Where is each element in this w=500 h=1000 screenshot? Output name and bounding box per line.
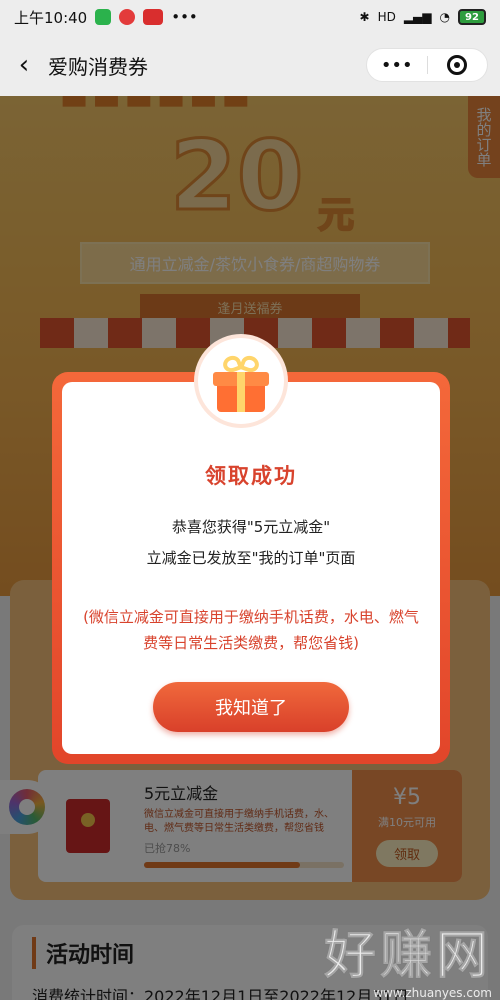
- got-it-button[interactable]: 我知道了: [153, 682, 349, 732]
- status-time: 上午10:40: [14, 8, 88, 27]
- back-button[interactable]: ‹: [0, 34, 48, 96]
- modal-message-line1: 恭喜您获得"5元立减金": [171, 518, 331, 536]
- wifi-icon: ◔: [439, 10, 450, 24]
- gift-icon: [213, 353, 269, 412]
- app-notification-icon: [119, 9, 136, 25]
- modal-message-line2: 立减金已发放至"我的订单"页面: [146, 549, 356, 567]
- app-notification-icon: [95, 9, 112, 25]
- watermark-text: 好赚网: [323, 926, 492, 987]
- modal-content: 领取成功 恭喜您获得"5元立减金" 立减金已发放至"我的订单"页面 (微信立减金…: [62, 382, 440, 754]
- modal-note: (微信立减金可直接用于缴纳手机话费，水电、燃气费等日常生活类缴费，帮您省钱): [83, 608, 419, 652]
- watermark-domain: www.zhuanyes.com: [373, 986, 492, 1000]
- close-mini-program-button[interactable]: [428, 49, 488, 81]
- network-type: HD: [377, 10, 396, 24]
- signal-icon: ▂▄▆: [403, 10, 432, 24]
- gift-badge: [198, 338, 284, 424]
- modal-title: 领取成功: [205, 464, 297, 488]
- mini-program-title-bar: ‹ 爱购消费券 •••: [0, 34, 500, 96]
- more-notifications-icon: •••: [171, 8, 198, 26]
- battery-icon: 92: [458, 9, 486, 25]
- page-title: 爱购消费券: [48, 54, 148, 79]
- status-bar: 上午10:40 ••• ✱ HD ▂▄▆ ◔ 92: [0, 0, 500, 34]
- watermark: 好赚网 www.zhuanyes.com: [323, 926, 492, 1000]
- more-button[interactable]: •••: [367, 49, 427, 81]
- app-notification-icon: [143, 9, 164, 25]
- bluetooth-icon: ✱: [359, 10, 370, 24]
- target-icon: [447, 55, 468, 75]
- success-modal: 领取成功 恭喜您获得"5元立减金" 立减金已发放至"我的订单"页面 (微信立减金…: [52, 338, 450, 764]
- capsule-menu: •••: [366, 48, 488, 82]
